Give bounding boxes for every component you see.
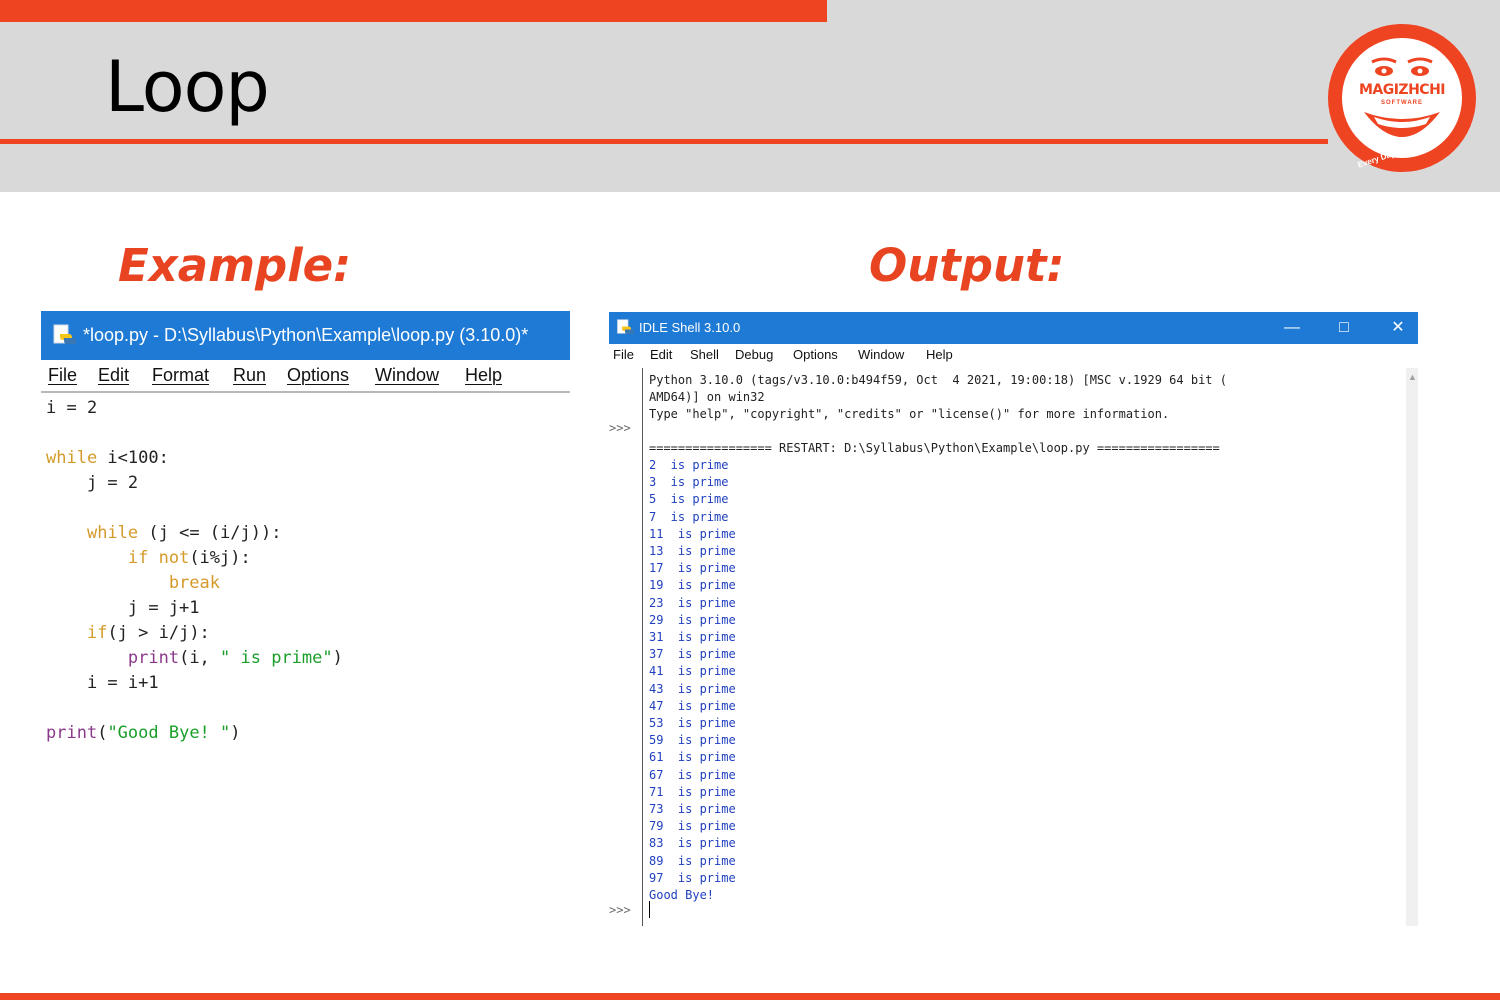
editor-menubar: File Edit Format Run Options Window Help (41, 360, 570, 393)
shell-menu-file[interactable]: File (613, 347, 634, 362)
shell-title: IDLE Shell 3.10.0 (639, 320, 741, 335)
shell-menubar: File Edit Shell Debug Options Window Hel… (609, 344, 1418, 366)
minimize-icon[interactable]: — (1281, 317, 1303, 339)
shell-banner-line: Python 3.10.0 (tags/v3.10.0:b494f59, Oct… (649, 373, 1227, 387)
shell-output-line: 67 is prime (649, 767, 736, 782)
shell-output-line: 97 is prime (649, 870, 736, 885)
editor-menu-window[interactable]: Window (375, 365, 439, 386)
shell-menu-window[interactable]: Window (858, 347, 904, 362)
editor-menu-edit[interactable]: Edit (98, 365, 129, 386)
editor-menu-format[interactable]: Format (152, 365, 209, 386)
close-icon[interactable]: ✕ (1387, 317, 1409, 339)
idle-shell-window: IDLE Shell 3.10.0 — □ ✕ File Edit Shell … (609, 312, 1418, 926)
shell-output-line: 41 is prime (649, 664, 736, 679)
vertical-scrollbar[interactable]: ▲ (1406, 368, 1418, 926)
shell-output-line: 5 is prime (649, 492, 729, 507)
shell-titlebar[interactable]: IDLE Shell 3.10.0 — □ ✕ (609, 312, 1418, 344)
example-label: Example: (118, 239, 352, 292)
shell-output-line: 31 is prime (649, 630, 736, 644)
slide-title: Loop (105, 46, 270, 128)
text-cursor (649, 901, 650, 918)
shell-output-line: 83 is prime (649, 836, 736, 851)
shell-output-line: 2 is prime (649, 458, 729, 472)
shell-output-line: 61 is prime (649, 750, 736, 765)
output-label: Output: (869, 239, 1065, 292)
logo-face: MAGIZHCHI SOFTWARE (1342, 38, 1462, 158)
shell-output-line: 3 is prime (649, 475, 729, 490)
shell-menu-edit[interactable]: Edit (650, 347, 672, 362)
shell-menu-shell[interactable]: Shell (690, 347, 719, 362)
top-accent-bar (0, 0, 827, 22)
editor-title: *loop.py - D:\Syllabus\Python\Example\lo… (83, 325, 529, 345)
shell-banner-line: AMD64)] on win32 (649, 390, 765, 404)
shell-output-line: 23 is prime (649, 595, 736, 610)
shell-output-line: 19 is prime (649, 578, 736, 593)
shell-output-line: 79 is prime (649, 819, 736, 834)
title-underline (0, 139, 1328, 144)
maximize-icon[interactable]: □ (1333, 317, 1355, 339)
shell-output-line: 73 is prime (649, 802, 736, 816)
shell-output-line: 17 is prime (649, 561, 736, 576)
python-file-icon (53, 324, 76, 344)
shell-output-line: 29 is prime (649, 612, 736, 627)
shell-restart-line: ================= RESTART: D:\Syllabus\P… (649, 441, 1220, 455)
bottom-accent-bar (0, 993, 1500, 1000)
shell-output-line: 53 is prime (649, 716, 736, 730)
editor-menu-options[interactable]: Options (287, 365, 349, 386)
editor-menu-run[interactable]: Run (233, 365, 266, 386)
python-shell-icon (617, 319, 634, 334)
idle-editor-window: *loop.py - D:\Syllabus\Python\Example\lo… (41, 311, 570, 761)
logo-brand-text: MAGIZHCHI (1358, 82, 1446, 98)
logo-sub-text: SOFTWARE (1381, 100, 1423, 106)
shell-output-area[interactable]: Python 3.10.0 (tags/v3.10.0:b494f59, Oct… (649, 368, 1407, 926)
shell-menu-debug[interactable]: Debug (735, 347, 773, 362)
shell-output-line: 47 is prime (649, 698, 736, 713)
shell-output-line: 43 is prime (649, 681, 736, 696)
shell-prompt-gutter: >>> >>> (609, 368, 643, 926)
scroll-up-arrow-icon[interactable]: ▲ (1408, 372, 1417, 382)
code-editor[interactable]: i = 2 while i<100: j = 2 while (j <= (i/… (46, 396, 343, 746)
shell-output-line: 37 is prime (649, 647, 736, 662)
shell-banner-line: Type "help", "copyright", "credits" or "… (649, 407, 1170, 421)
shell-output-line: Good Bye! (649, 888, 715, 902)
shell-menu-help[interactable]: Help (926, 347, 953, 362)
shell-output-line: 11 is prime (649, 526, 736, 541)
shell-menu-options[interactable]: Options (793, 347, 838, 362)
editor-menu-file[interactable]: File (48, 365, 77, 386)
shell-output-line: 13 is prime (649, 544, 736, 558)
shell-prompt: >>> (609, 421, 631, 435)
smiley-face-icon (1364, 57, 1440, 137)
shell-output-line: 89 is prime (649, 853, 736, 868)
editor-menu-help[interactable]: Help (465, 365, 502, 386)
editor-titlebar[interactable]: *loop.py - D:\Syllabus\Python\Example\lo… (41, 311, 570, 360)
brand-logo: MAGIZHCHI SOFTWARE Every Day Happy Day (1328, 24, 1476, 172)
shell-output-line: 59 is prime (649, 733, 736, 748)
shell-output-line: 7 is prime (649, 509, 729, 524)
shell-prompt: >>> (609, 903, 631, 917)
shell-output-line: 71 is prime (649, 784, 736, 799)
